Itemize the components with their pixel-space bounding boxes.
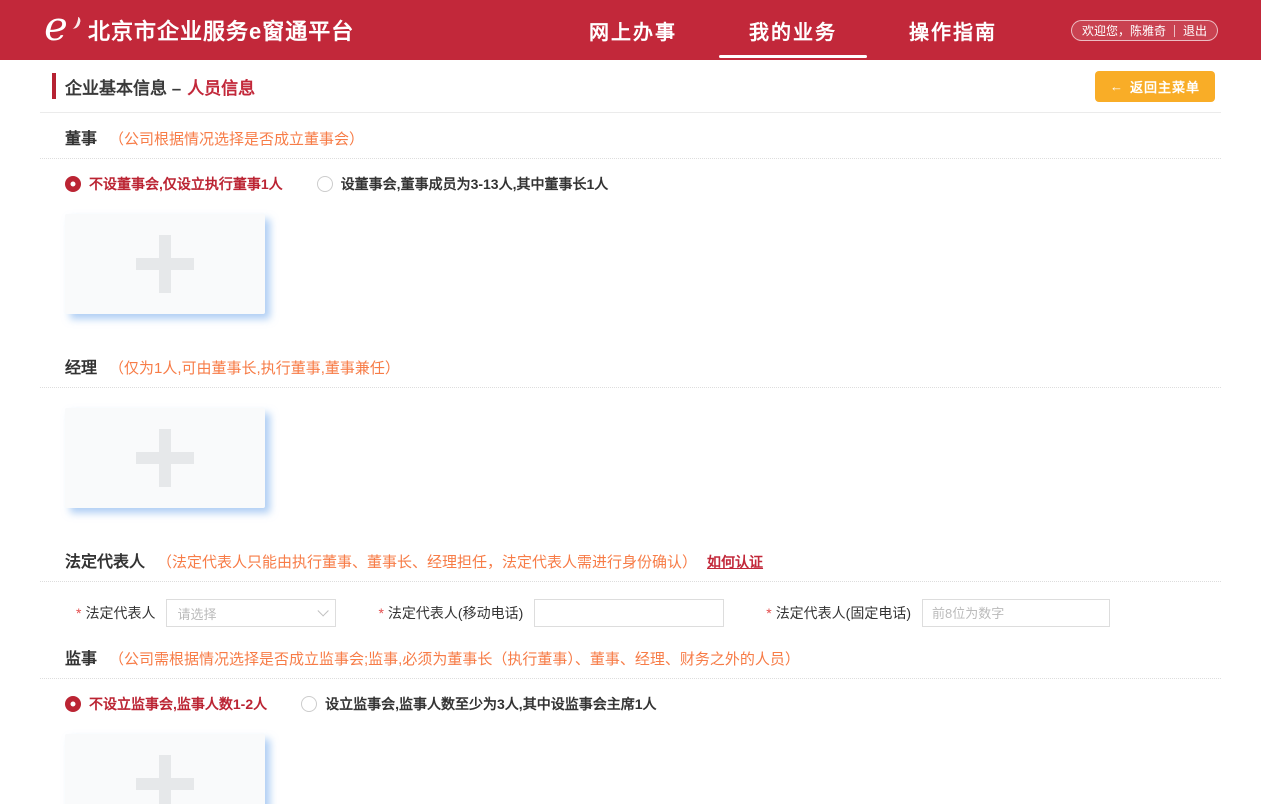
welcome-text: 欢迎您，陈雅奇 — [1082, 22, 1166, 39]
radio-with-board[interactable]: 设董事会,董事成员为3-13人,其中董事长1人 — [317, 174, 609, 194]
legal-rep-select-group: * 法定代表人 请选择 — [76, 599, 336, 627]
legal-rep-select-label: 法定代表人 — [85, 603, 155, 623]
legal-rep-form: * 法定代表人 请选择 * 法定代表人(移动电话) * 法定代表人(固定电话) — [76, 599, 1221, 627]
radio-selected-icon[interactable] — [65, 696, 81, 712]
radio-with-supervisory-board[interactable]: 设立监事会,监事人数至少为3人,其中设监事会主席1人 — [301, 694, 656, 714]
legal-rep-landline-label: 法定代表人(固定电话) — [776, 603, 911, 623]
logo-swoosh-icon — [68, 15, 82, 30]
section-title-manager: 经理 — [65, 354, 97, 378]
nav-item-guide[interactable]: 操作指南 — [909, 16, 997, 45]
section-header-legal-rep: 法定代表人 （法定代表人只能由执行董事、董事长、经理担任，法定代表人需进行身份确… — [65, 548, 1221, 572]
chevron-down-icon — [318, 605, 329, 616]
logout-button[interactable]: 退出 — [1183, 22, 1207, 39]
plus-icon — [136, 235, 194, 293]
section-divider — [40, 581, 1221, 582]
plus-icon — [136, 429, 194, 487]
required-mark: * — [766, 605, 771, 621]
brand-title: 北京市企业服务e窗通平台 — [88, 14, 354, 46]
section-note-legal-rep: （法定代表人只能由执行董事、董事长、经理担任，法定代表人需进行身份确认） — [157, 551, 697, 572]
user-pill: 欢迎您，陈雅奇 退出 — [1071, 20, 1218, 41]
section-divider — [40, 158, 1221, 159]
radio-no-board[interactable]: 不设董事会,仅设立执行董事1人 — [65, 174, 283, 194]
legal-rep-mobile-group: * 法定代表人(移动电话) — [378, 599, 724, 627]
radio-label: 不设董事会,仅设立执行董事1人 — [89, 174, 283, 194]
brand-logo-icon: e — [34, 8, 78, 52]
radio-no-supervisory-board[interactable]: 不设立监事会,监事人数1-2人 — [65, 694, 267, 714]
section-header-manager: 经理 （仅为1人,可由董事长,执行董事,董事兼任） — [65, 354, 1221, 378]
radio-label: 不设立监事会,监事人数1-2人 — [89, 694, 267, 714]
add-supervisor-card[interactable] — [65, 734, 265, 804]
section-note-supervisors: （公司需根据情况选择是否成立监事会;监事,必须为董事长（执行董事）、董事、经理、… — [109, 648, 800, 669]
page-title: 企业基本信息 – 人员信息 — [52, 73, 255, 99]
section-title-supervisors: 监事 — [65, 645, 97, 669]
legal-rep-select[interactable]: 请选择 — [166, 599, 336, 627]
brand[interactable]: e 北京市企业服务e窗通平台 — [34, 8, 354, 52]
radio-label: 设董事会,董事成员为3-13人,其中董事长1人 — [341, 174, 609, 194]
section-header-directors: 董事 （公司根据情况选择是否成立董事会） — [65, 125, 1221, 149]
radio-unselected-icon[interactable] — [301, 696, 317, 712]
legal-rep-landline-group: * 法定代表人(固定电话) — [766, 599, 1110, 627]
section-title-legal-rep: 法定代表人 — [65, 548, 145, 572]
legal-rep-mobile-label: 法定代表人(移动电话) — [388, 603, 523, 623]
back-to-main-menu-button[interactable]: ← 返回主菜单 — [1095, 71, 1215, 102]
required-mark: * — [378, 605, 383, 621]
logo-e-glyph: e — [44, 7, 68, 47]
legal-rep-landline-input[interactable] — [922, 599, 1110, 627]
section-header-supervisors: 监事 （公司需根据情况选择是否成立监事会;监事,必须为董事长（执行董事）、董事、… — [65, 645, 1221, 669]
section-note-directors: （公司根据情况选择是否成立董事会） — [109, 128, 364, 149]
add-director-card[interactable] — [65, 214, 265, 314]
title-accent-bar — [52, 73, 56, 99]
section-divider — [40, 678, 1221, 679]
back-button-label: 返回主菜单 — [1130, 77, 1200, 96]
supervisors-radio-group: 不设立监事会,监事人数1-2人 设立监事会,监事人数至少为3人,其中设监事会主席… — [65, 694, 1221, 714]
radio-unselected-icon[interactable] — [317, 176, 333, 192]
page-title-sub: 人员信息 — [187, 74, 255, 99]
page-title-row: 企业基本信息 – 人员信息 ← 返回主菜单 — [40, 60, 1221, 113]
spacer — [40, 508, 1221, 536]
section-divider — [40, 387, 1221, 388]
how-to-authenticate-link[interactable]: 如何认证 — [707, 552, 763, 572]
plus-icon — [136, 755, 194, 804]
nav-item-my-business[interactable]: 我的业务 — [749, 16, 837, 45]
page-title-main: 企业基本信息 – — [65, 74, 181, 99]
required-mark: * — [76, 605, 81, 621]
top-header: e 北京市企业服务e窗通平台 网上办事 我的业务 操作指南 欢迎您，陈雅奇 退出 — [0, 0, 1261, 60]
legal-rep-mobile-input[interactable] — [534, 599, 724, 627]
add-manager-card[interactable] — [65, 408, 265, 508]
radio-label: 设立监事会,监事人数至少为3人,其中设监事会主席1人 — [325, 694, 656, 714]
main-nav: 网上办事 我的业务 操作指南 — [589, 0, 997, 60]
section-title-directors: 董事 — [65, 125, 97, 149]
nav-item-online-services[interactable]: 网上办事 — [589, 16, 677, 45]
pill-divider — [1174, 25, 1175, 37]
select-placeholder: 请选择 — [177, 604, 216, 623]
page-content: 企业基本信息 – 人员信息 ← 返回主菜单 董事 （公司根据情况选择是否成立董事… — [0, 60, 1261, 804]
section-note-manager: （仅为1人,可由董事长,执行董事,董事兼任） — [109, 357, 400, 378]
radio-selected-icon[interactable] — [65, 176, 81, 192]
spacer — [40, 314, 1221, 342]
back-arrow-icon: ← — [1110, 79, 1124, 94]
directors-radio-group: 不设董事会,仅设立执行董事1人 设董事会,董事成员为3-13人,其中董事长1人 — [65, 174, 1221, 194]
